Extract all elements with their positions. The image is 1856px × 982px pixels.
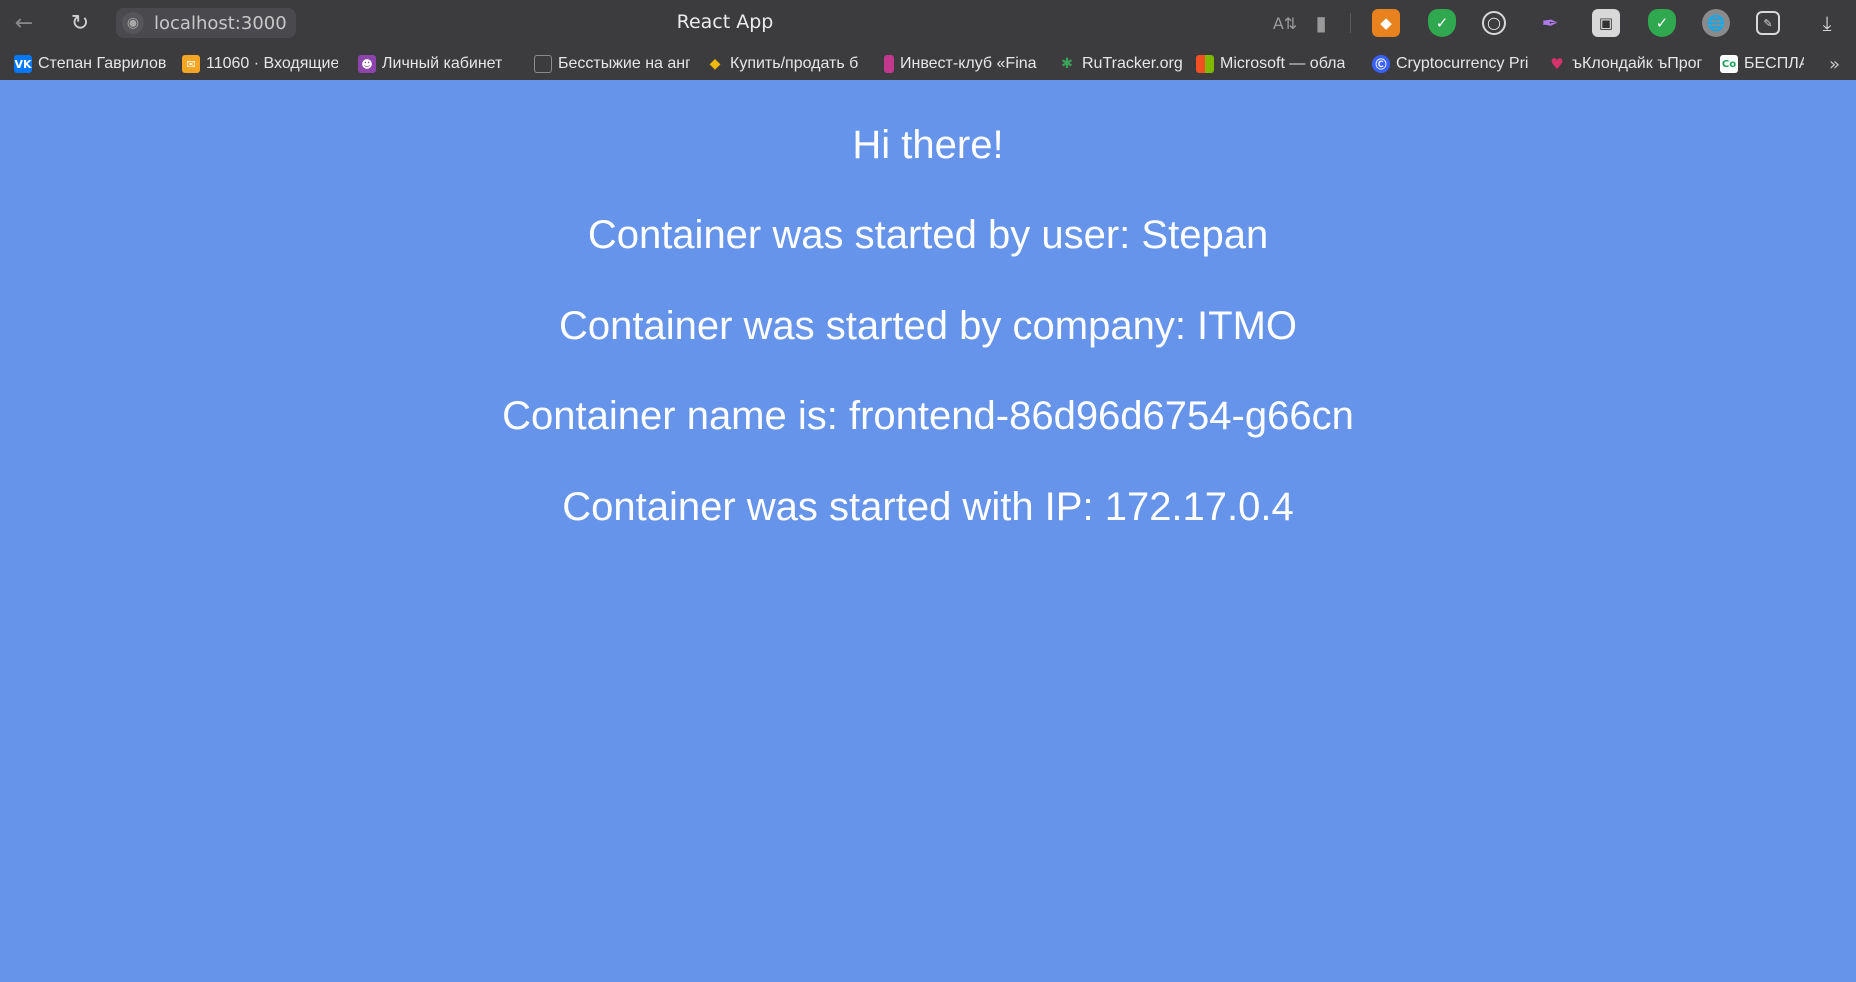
bookmark-item-microsoft[interactable]: ​ Microsoft — обла (1196, 52, 1354, 76)
globe-icon: 🌐 (1706, 14, 1726, 32)
bookmark-label: БЕСПЛА (1744, 55, 1804, 72)
address-url[interactable]: localhost:3000 (154, 13, 287, 34)
translate-icon: A⇅ (1272, 13, 1298, 33)
company-info-text: Container was started by company: ITMO (558, 304, 1298, 348)
heart-gem-icon: ♥ (1550, 55, 1564, 73)
bookmark-item-free[interactable]: Co БЕСПЛА (1720, 52, 1804, 76)
co-icon: Co (1720, 55, 1738, 73)
bookmark-label: 11060 · Входящие (206, 55, 338, 72)
metamask-extension-button[interactable]: ◆ (1372, 9, 1400, 37)
lightbulb-extension-button[interactable]: ◯ (1482, 11, 1506, 35)
bookmark-button[interactable]: ▮ (1306, 9, 1336, 37)
bookmark-item-cryptocurrency[interactable]: Ⓒ Cryptocurrency Pri (1372, 52, 1530, 76)
greeting-text: Hi there! (852, 123, 1004, 167)
back-button[interactable]: ← (8, 8, 40, 38)
bookmark-item-invest-club[interactable]: ​ Инвест-клуб «Fina (884, 52, 1042, 76)
browser-toolbar: ← ↻ ◉ localhost:3000 React App A⇅ ▮ ◆ ✓ … (0, 0, 1856, 46)
fox-icon: ◆ (1380, 14, 1392, 32)
bookmark-label: RuTracker.org (1082, 55, 1182, 72)
bookmark-label: ъКлондайк ъПрог (1572, 55, 1703, 72)
shield-extension-button[interactable]: ✓ (1428, 9, 1456, 37)
double-chevron-right-icon: » (1828, 54, 1840, 75)
bookmark-item-binance[interactable]: ◆ Купить/продать б (706, 52, 866, 76)
document-icon: ​ (534, 55, 552, 73)
adblock-extension-button[interactable]: ✓ (1648, 9, 1676, 37)
rutracker-icon: ✱ (1061, 56, 1073, 72)
bookmark-label: Инвест-клуб «Fina (900, 55, 1037, 72)
feather-icon: ✒ (1541, 11, 1559, 35)
reload-icon: ↻ (70, 10, 90, 36)
microsoft-icon: ​ (1196, 55, 1214, 73)
bookmark-label: Microsoft — обла (1220, 55, 1346, 72)
extension-box-icon: ▣ (1598, 14, 1614, 32)
vk-icon: VK (14, 55, 32, 73)
bookmark-item-cabinet[interactable]: ☻ Личный кабинет (358, 52, 518, 76)
lightbulb-icon: ◯ (1487, 16, 1501, 30)
translate-button[interactable]: A⇅ (1270, 9, 1300, 37)
reading-extension-button[interactable]: ✎ (1756, 11, 1780, 35)
feather-extension-button[interactable]: ✒ (1536, 9, 1564, 37)
page-title: React App (676, 11, 774, 33)
site-info-icon[interactable]: ◉ (122, 12, 144, 34)
reload-button[interactable]: ↻ (64, 8, 96, 38)
bookmark-label: Степан Гаврилов (38, 55, 167, 72)
address-bar[interactable]: ◉ localhost:3000 (116, 8, 296, 38)
bookmark-item-shameless[interactable]: ​ Бесстыжие на анг (534, 52, 690, 76)
bookmark-label: Купить/продать б (730, 55, 859, 72)
coinmarketcap-icon: Ⓒ (1372, 55, 1390, 73)
mail-icon: ✉ (182, 55, 200, 73)
bookmark-item-vk[interactable]: VK Степан Гаврилов (14, 52, 170, 76)
shield-check-icon: ✓ (1655, 14, 1669, 32)
bookmarks-bar: VK Степан Гаврилов ✉ 11060 · Входящие ☻ … (0, 46, 1856, 80)
bookmark-item-rutracker[interactable]: ✱ RuTracker.org (1058, 52, 1182, 76)
page-content: Hi there! Container was started by user:… (0, 80, 1856, 982)
chat-icon: ✎ (1763, 16, 1773, 30)
tie-icon: ​ (884, 55, 894, 73)
bookmark-item-mail[interactable]: ✉ 11060 · Входящие (182, 52, 338, 76)
container-ip-text: Container was started with IP: 172.17.0.… (562, 485, 1294, 529)
container-name-text: Container name is: frontend-86d96d6754-g… (502, 394, 1354, 438)
toolbar-divider (1350, 13, 1351, 33)
bookmark-label: Cryptocurrency Pri (1396, 55, 1529, 72)
arrow-left-icon: ← (14, 10, 34, 36)
download-icon: ⤓ (1822, 11, 1832, 35)
binance-icon: ◆ (709, 56, 721, 72)
user-info-text: Container was started by user: Stepan (587, 213, 1269, 257)
bookmark-icon: ▮ (1315, 11, 1327, 35)
downloads-button[interactable]: ⤓ (1812, 9, 1842, 37)
person-icon: ☻ (358, 55, 376, 73)
bookmark-label: Личный кабинет (382, 55, 503, 72)
bookmark-label: Бесстыжие на анг (558, 55, 690, 72)
shield-check-icon: ✓ (1435, 14, 1449, 32)
puzzle-extension-button[interactable]: ▣ (1592, 9, 1620, 37)
bookmarks-overflow-button[interactable]: » (1829, 54, 1840, 75)
vpn-extension-button[interactable]: 🌐 (1702, 9, 1730, 37)
bookmark-item-klondike[interactable]: ♥ ъКлондайк ъПрог (1548, 52, 1706, 76)
